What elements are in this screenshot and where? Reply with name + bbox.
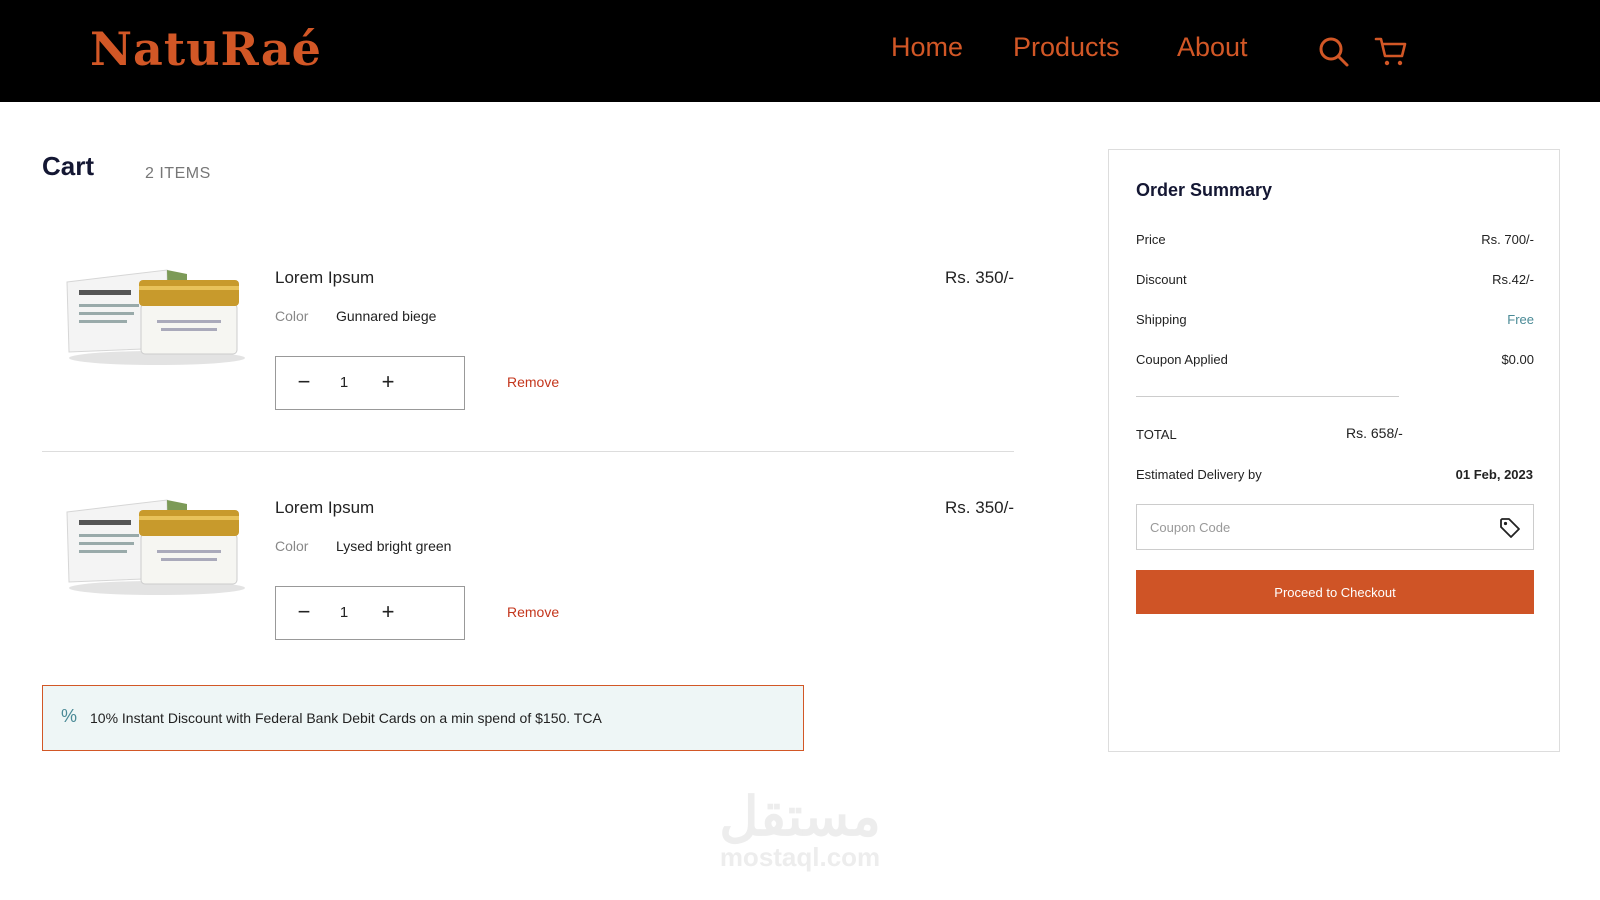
coupon-input[interactable] (1137, 505, 1487, 549)
color-value: Gunnared biege (336, 308, 437, 324)
item-divider (42, 451, 1014, 452)
cart-item-count: 2 ITEMS (145, 165, 211, 182)
promo-text: 10% Instant Discount with Federal Bank D… (90, 710, 602, 726)
cart-item: Lorem Ipsum Rs. 350/- Color Lysed bright… (42, 468, 1014, 668)
coupon-field (1136, 504, 1534, 550)
remove-item-link[interactable]: Remove (507, 604, 559, 620)
decrease-quantity-button[interactable]: − (294, 599, 314, 625)
increase-quantity-button[interactable]: + (378, 599, 398, 625)
total-value: Rs. 658/- (1346, 425, 1403, 441)
summary-row-shipping: Shipping Free (1136, 312, 1534, 327)
summary-value: Rs. 700/- (1481, 232, 1534, 247)
order-summary-panel: Order Summary Price Rs. 700/- Discount R… (1108, 149, 1560, 752)
cart-item: Lorem Ipsum Rs. 350/- Color Gunnared bie… (42, 238, 1014, 438)
summary-label: Discount (1136, 272, 1187, 287)
watermark: مستقل mostaql.com (700, 790, 900, 870)
tag-icon[interactable] (1499, 517, 1521, 539)
nav-products-link[interactable]: Products (1013, 32, 1120, 63)
brand-logo[interactable]: NatuRaé (90, 22, 322, 76)
percent-icon: % (61, 706, 78, 726)
nav-home-link[interactable]: Home (891, 32, 963, 63)
summary-row-discount: Discount Rs.42/- (1136, 272, 1534, 287)
order-summary-title: Order Summary (1136, 180, 1273, 200)
quantity-value: 1 (339, 374, 349, 391)
product-price: Rs. 350/- (945, 498, 1014, 517)
nav-about-link[interactable]: About (1177, 32, 1248, 63)
color-label: Color (275, 308, 309, 324)
summary-label: Shipping (1136, 312, 1187, 327)
remove-item-link[interactable]: Remove (507, 374, 559, 390)
color-value: Lysed bright green (336, 538, 452, 554)
summary-row-price: Price Rs. 700/- (1136, 232, 1534, 247)
decrease-quantity-button[interactable]: − (294, 369, 314, 395)
summary-divider (1136, 396, 1399, 397)
increase-quantity-button[interactable]: + (378, 369, 398, 395)
delivery-label: Estimated Delivery by (1136, 467, 1262, 482)
watermark-latin: mostaql.com (719, 842, 881, 872)
summary-value: Free (1507, 312, 1534, 327)
product-image[interactable] (57, 490, 247, 600)
total-label: TOTAL (1136, 427, 1177, 442)
quantity-stepper: − 1 + (275, 356, 465, 410)
summary-value: $0.00 (1501, 352, 1534, 367)
delivery-date: 01 Feb, 2023 (1455, 467, 1533, 482)
checkout-button[interactable]: Proceed to Checkout (1136, 570, 1534, 614)
summary-label: Price (1136, 232, 1166, 247)
search-icon[interactable] (1316, 34, 1350, 68)
product-name[interactable]: Lorem Ipsum (275, 498, 374, 518)
product-price: Rs. 350/- (945, 268, 1014, 287)
quantity-stepper: − 1 + (275, 586, 465, 640)
summary-value: Rs.42/- (1492, 272, 1534, 287)
product-image[interactable] (57, 260, 247, 370)
top-navbar: NatuRaé Home Products About (0, 0, 1600, 102)
color-label: Color (275, 538, 309, 554)
watermark-arabic: مستقل (719, 787, 881, 847)
cart-icon[interactable] (1374, 34, 1408, 68)
summary-row-coupon: Coupon Applied $0.00 (1136, 352, 1534, 367)
summary-label: Coupon Applied (1136, 352, 1228, 367)
page-title: Cart (42, 151, 95, 181)
promo-banner: % 10% Instant Discount with Federal Bank… (42, 685, 804, 751)
product-name[interactable]: Lorem Ipsum (275, 268, 374, 288)
quantity-value: 1 (339, 604, 349, 621)
